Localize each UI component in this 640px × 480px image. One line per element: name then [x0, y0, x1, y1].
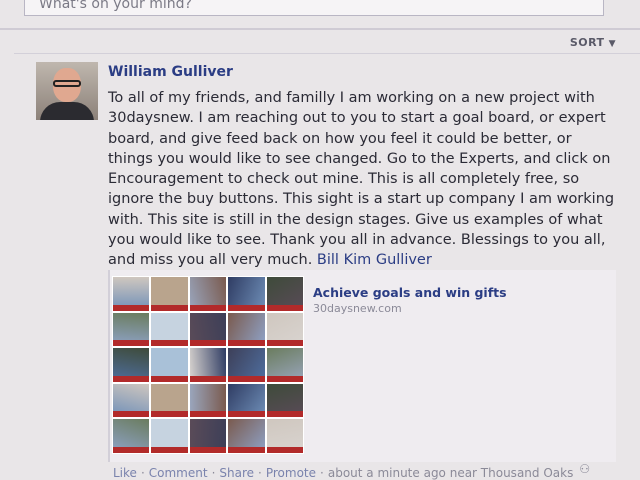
collage-tile — [189, 419, 227, 453]
collage-tile — [151, 312, 189, 347]
collage-tile — [113, 348, 150, 382]
avatar[interactable] — [36, 62, 98, 120]
collage-tile — [266, 348, 304, 382]
link-thumbnail[interactable] — [112, 276, 304, 454]
like-link[interactable]: Like — [113, 466, 137, 480]
collage-tile — [189, 277, 227, 311]
collage-tile — [113, 383, 150, 418]
collage-tile — [266, 383, 304, 418]
collage-tile — [228, 419, 266, 453]
tagged-user-link[interactable]: Bill Kim Gulliver — [317, 252, 432, 268]
feed-divider — [14, 53, 640, 54]
collage-tile — [228, 348, 266, 382]
status-input[interactable]: What's on your mind? — [39, 0, 192, 12]
post-message: To all of my friends, and familly I am w… — [108, 90, 615, 269]
post-actions: Like · Comment · Share · Promote · about a minut… — [113, 466, 574, 480]
collage-tile — [151, 383, 189, 418]
divider — [0, 28, 640, 30]
post-author[interactable]: William Gulliver — [108, 64, 233, 80]
sort-button[interactable]: SORT ▼ — [570, 36, 616, 49]
collage-tile — [113, 312, 150, 347]
collage-tile — [228, 383, 266, 418]
collage-tile — [266, 419, 304, 453]
people-icon[interactable]: ⚇ — [579, 462, 590, 476]
collage-tile — [151, 348, 189, 382]
collage-tile — [266, 312, 304, 347]
collage-tile — [228, 277, 266, 311]
chevron-down-icon: ▼ — [608, 39, 616, 49]
post-timestamp[interactable]: about a minute ago near Thousand Oaks — [328, 466, 573, 480]
collage-tile — [151, 419, 189, 453]
collage-tile — [189, 312, 227, 347]
sort-label: SORT — [569, 36, 605, 49]
collage-tile — [189, 383, 227, 418]
shared-link-domain: 30daysnew.com — [313, 302, 402, 315]
shared-link-title[interactable]: Achieve goals and win gifts — [313, 285, 507, 300]
collage-tile — [113, 419, 150, 453]
promote-link[interactable]: Promote — [266, 466, 316, 480]
post-text: To all of my friends, and familly I am w… — [108, 88, 616, 271]
comment-link[interactable]: Comment — [149, 466, 208, 480]
collage-tile — [228, 312, 266, 347]
collage-tile — [151, 277, 189, 311]
collage-tile — [189, 348, 227, 382]
collage-tile — [266, 277, 304, 311]
status-composer[interactable]: What's on your mind? — [24, 0, 604, 16]
share-link[interactable]: Share — [219, 466, 254, 480]
collage-tile — [113, 277, 150, 311]
